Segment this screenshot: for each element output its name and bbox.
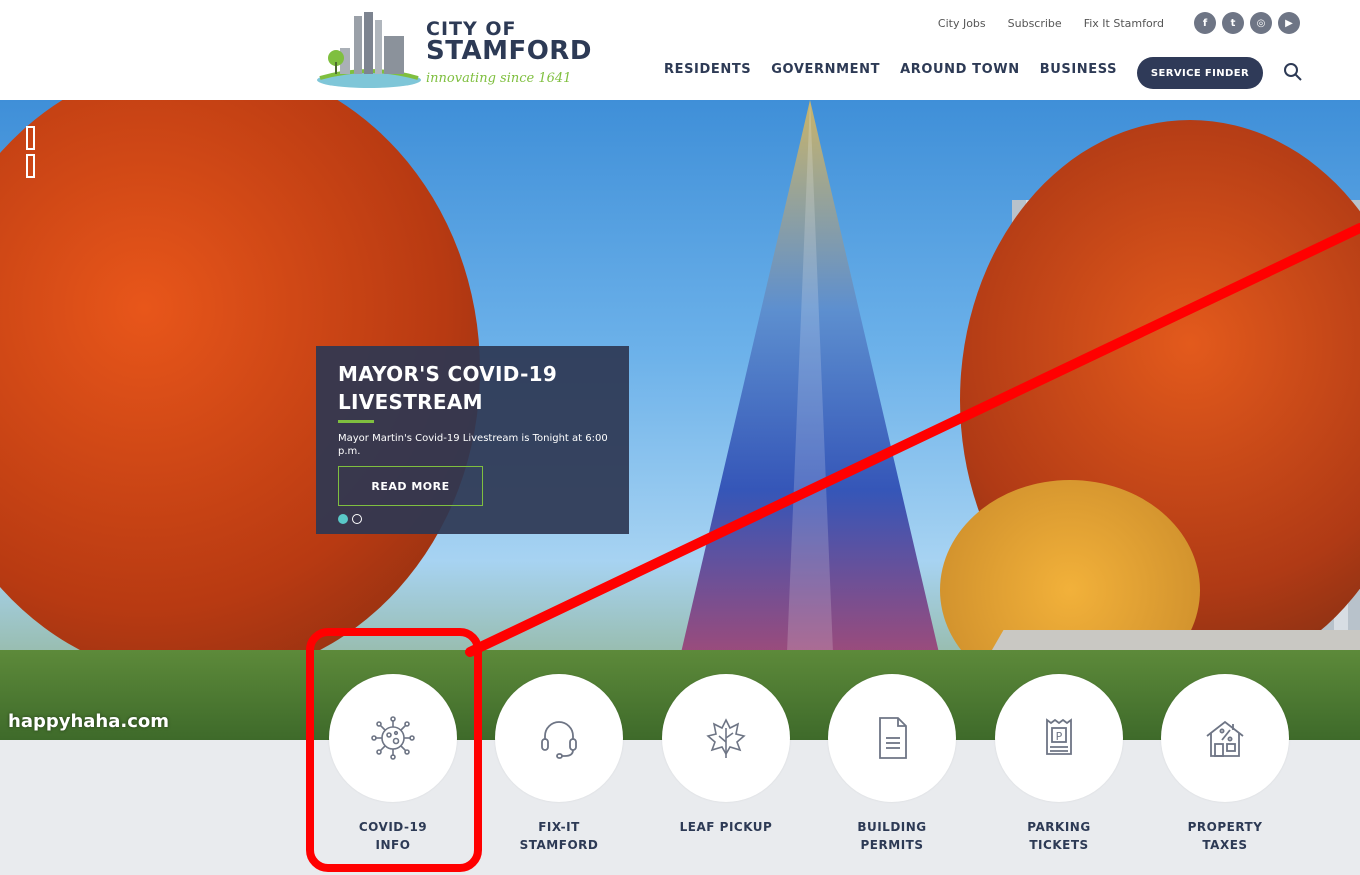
slide-dot-1[interactable] <box>338 514 348 524</box>
quick-link-building-permits[interactable]: BUILDING PERMITS <box>827 674 957 854</box>
quick-link-label: PROPERTY TAXES <box>1160 818 1290 854</box>
service-finder-button[interactable]: SERVICE FINDER <box>1137 57 1263 89</box>
quick-link-label-line2: TAXES <box>1202 838 1248 852</box>
link-fix-it-stamford[interactable]: Fix It Stamford <box>1084 17 1164 30</box>
logo-tagline: innovating since 1641 <box>426 71 572 86</box>
logo-stamford: STAMFORD <box>426 36 592 66</box>
hero-slider <box>0 100 1360 740</box>
quick-link-circle: P <box>995 674 1123 802</box>
leaf-icon <box>706 718 746 758</box>
quick-link-fix-it-stamford[interactable]: FIX-IT STAMFORD <box>494 674 624 854</box>
utility-nav: City Jobs Subscribe Fix It Stamford f t … <box>938 12 1300 34</box>
slide-title-underline <box>338 420 374 423</box>
svg-text:P: P <box>1056 730 1063 743</box>
twitter-icon[interactable]: t <box>1222 12 1244 34</box>
quick-link-label: PARKING TICKETS <box>994 818 1124 854</box>
parking-ticket-icon: P <box>1046 718 1072 755</box>
quick-link-property-taxes[interactable]: PROPERTY TAXES <box>1160 674 1290 854</box>
quick-link-label-line2: STAMFORD <box>519 838 599 852</box>
city-logo[interactable]: CITY OF STAMFORD innovating since 1641 <box>314 8 591 92</box>
quick-link-label-line1: BUILDING <box>857 820 927 834</box>
document-icon <box>879 717 907 759</box>
nav-business[interactable]: BUSINESS <box>1040 62 1117 77</box>
quick-link-label-line2: PERMITS <box>860 838 924 852</box>
facebook-icon[interactable]: f <box>1194 12 1216 34</box>
slide-caption-card: MAYOR'S COVID-19 LIVESTREAM Mayor Martin… <box>316 346 629 534</box>
slide-dot-2[interactable] <box>352 514 362 524</box>
slide-title: MAYOR'S COVID-19 LIVESTREAM <box>338 362 558 414</box>
quick-link-label-line1: FIX-IT <box>538 820 580 834</box>
quick-link-label-line1: LEAF PICKUP <box>679 820 773 834</box>
quick-link-parking-tickets[interactable]: P PARKING TICKETS <box>994 674 1124 854</box>
quick-link-label: FIX-IT STAMFORD <box>494 818 624 854</box>
quick-link-label-line1: PROPERTY <box>1187 820 1263 834</box>
slide-dots <box>338 514 362 524</box>
stamford-skyline-logo-icon <box>317 12 421 88</box>
link-subscribe[interactable]: Subscribe <box>1008 17 1062 30</box>
watermark-text: happyhaha.com <box>8 711 170 732</box>
pause-icon[interactable] <box>26 126 44 178</box>
main-nav: RESIDENTS GOVERNMENT AROUND TOWN BUSINES… <box>664 62 1117 77</box>
nav-government[interactable]: GOVERNMENT <box>771 62 880 77</box>
social-links: f t ◎ ▶ <box>1194 12 1300 34</box>
nav-residents[interactable]: RESIDENTS <box>664 62 751 77</box>
site-header: CITY OF STAMFORD innovating since 1641 C… <box>0 0 1360 100</box>
link-city-jobs[interactable]: City Jobs <box>938 17 986 30</box>
quick-link-circle <box>828 674 956 802</box>
annotation-highlight-box <box>306 628 482 872</box>
instagram-icon[interactable]: ◎ <box>1250 12 1272 34</box>
quick-link-label-line2: TICKETS <box>1029 838 1089 852</box>
quick-link-leaf-pickup[interactable]: LEAF PICKUP <box>661 674 791 836</box>
hero-glass-tower <box>670 100 950 700</box>
youtube-icon[interactable]: ▶ <box>1278 12 1300 34</box>
slide-description: Mayor Martin's Covid-19 Livestream is To… <box>338 433 608 457</box>
quick-link-label: BUILDING PERMITS <box>827 818 957 854</box>
quick-link-circle <box>495 674 623 802</box>
quick-link-label-line1: PARKING <box>1027 820 1091 834</box>
read-more-button[interactable]: READ MORE <box>338 466 483 506</box>
headset-icon <box>541 721 577 759</box>
search-icon[interactable] <box>1283 62 1303 82</box>
quick-link-circle <box>1161 674 1289 802</box>
quick-link-label: LEAF PICKUP <box>661 818 791 836</box>
quick-link-circle <box>662 674 790 802</box>
house-tax-icon <box>1206 720 1244 757</box>
nav-around-town[interactable]: AROUND TOWN <box>900 62 1020 77</box>
